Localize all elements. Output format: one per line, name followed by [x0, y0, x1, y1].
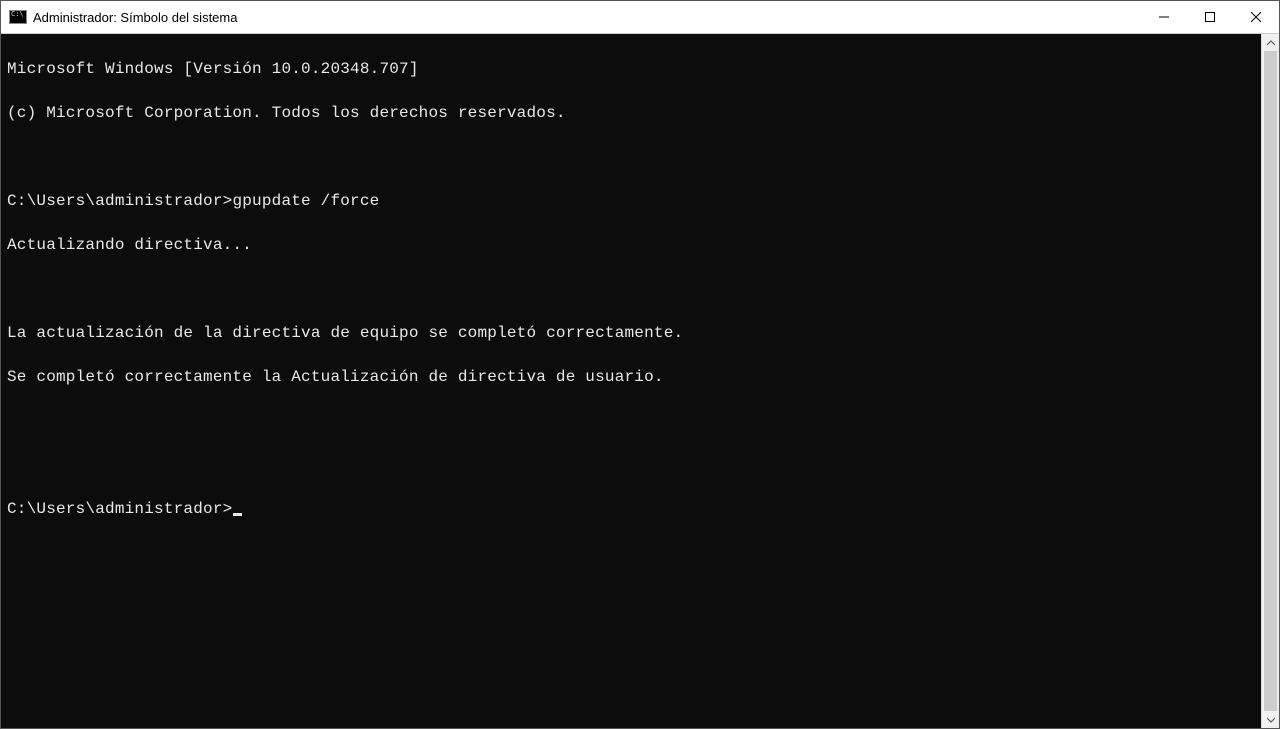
titlebar[interactable]: Administrador: Símbolo del sistema	[1, 1, 1279, 34]
output-line	[7, 454, 1261, 476]
vertical-scrollbar[interactable]	[1261, 34, 1279, 728]
output-line: (c) Microsoft Corporation. Todos los der…	[7, 102, 1261, 124]
output-line: La actualización de la directiva de equi…	[7, 322, 1261, 344]
scroll-down-button[interactable]	[1262, 711, 1279, 728]
close-button[interactable]	[1233, 1, 1279, 33]
cmd-icon	[9, 10, 27, 24]
close-icon	[1251, 12, 1261, 22]
output-line	[7, 146, 1261, 168]
command: gpupdate /force	[232, 192, 379, 210]
cmd-window: Administrador: Símbolo del sistema Micro…	[0, 0, 1280, 729]
output-line	[7, 410, 1261, 432]
client-area: Microsoft Windows [Versión 10.0.20348.70…	[1, 34, 1279, 728]
window-title: Administrador: Símbolo del sistema	[33, 10, 237, 25]
cursor	[233, 513, 242, 516]
scroll-track[interactable]	[1262, 51, 1279, 711]
chevron-up-icon	[1267, 39, 1275, 47]
output-line: Actualizando directiva...	[7, 234, 1261, 256]
output-line: Microsoft Windows [Versión 10.0.20348.70…	[7, 58, 1261, 80]
scroll-up-button[interactable]	[1262, 34, 1279, 51]
terminal-output[interactable]: Microsoft Windows [Versión 10.0.20348.70…	[1, 34, 1261, 728]
output-line: C:\Users\administrador>gpupdate /force	[7, 190, 1261, 212]
scroll-thumb[interactable]	[1264, 51, 1277, 711]
prompt: C:\Users\administrador>	[7, 192, 232, 210]
output-line: Se completó correctamente la Actualizaci…	[7, 366, 1261, 388]
prompt: C:\Users\administrador>	[7, 500, 232, 518]
maximize-button[interactable]	[1187, 1, 1233, 33]
chevron-down-icon	[1267, 716, 1275, 724]
minimize-button[interactable]	[1141, 1, 1187, 33]
maximize-icon	[1205, 12, 1215, 22]
output-line: C:\Users\administrador>	[7, 498, 1261, 520]
minimize-icon	[1159, 12, 1169, 22]
output-line	[7, 278, 1261, 300]
